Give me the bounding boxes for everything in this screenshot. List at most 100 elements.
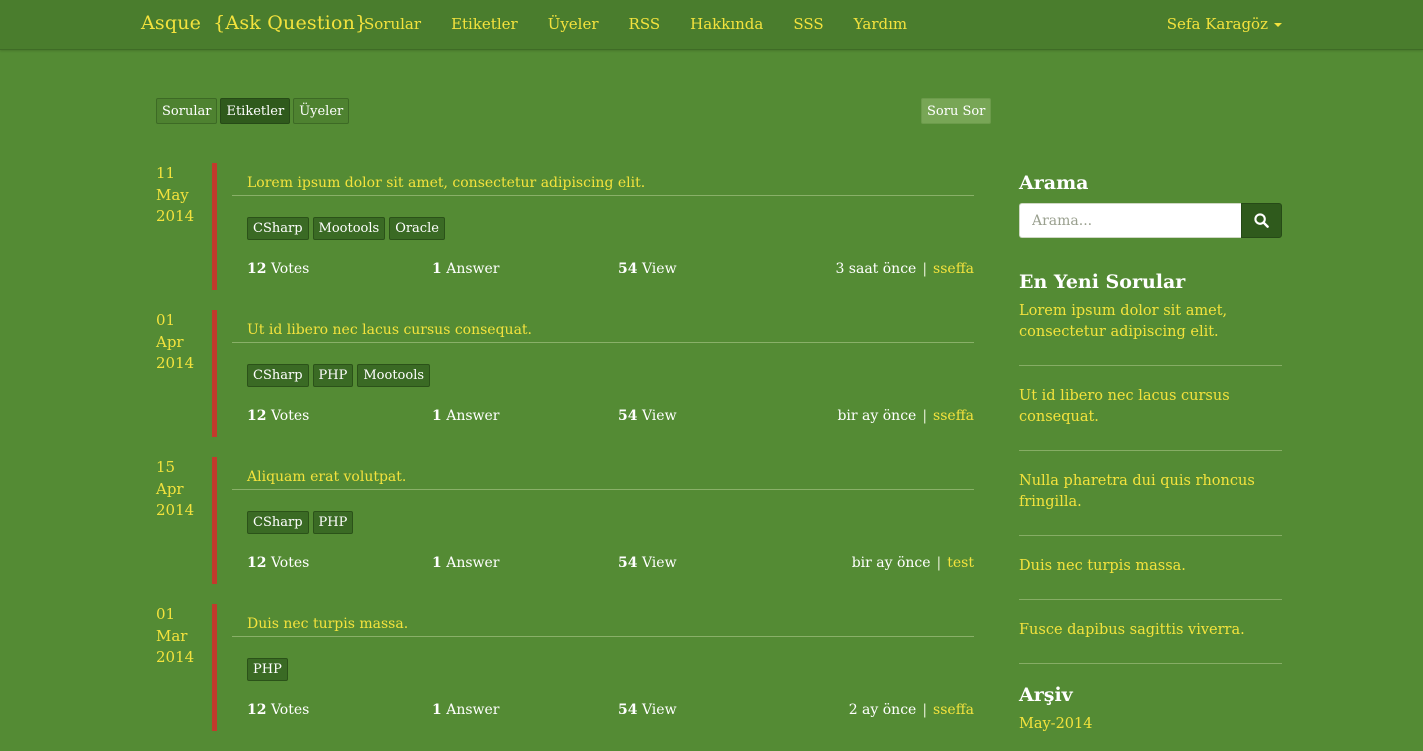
date-month: Apr [156,479,184,498]
question-item: 01 Apr 2014 Ut id libero nec lacus cursu… [156,310,976,437]
nav-link-sorular[interactable]: Sorular [364,15,421,33]
question-title-link[interactable]: Lorem ipsum dolor sit amet, consectetur … [247,175,645,191]
tab-etiketler[interactable]: Etiketler [220,98,291,124]
nav-link-rss[interactable]: RSS [629,15,661,33]
time-ago: bir ay önce [837,408,917,424]
date-day: 15 [156,458,176,476]
recent-questions-list: Lorem ipsum dolor sit amet, consectetur … [1019,301,1282,664]
author-link[interactable]: sseffa [933,702,974,718]
question-item: 11 May 2014 Lorem ipsum dolor sit amet, … [156,163,976,290]
divider [232,342,974,343]
tag[interactable]: PHP [247,658,288,681]
nav-links: Sorular Etiketler Üyeler RSS Hakkında SS… [364,15,937,33]
views-count: 54 View [618,408,677,424]
author-link[interactable]: sseffa [933,261,974,277]
answers-count: 1 Answer [432,555,500,571]
date-month: Apr [156,332,184,351]
chevron-down-icon [1274,23,1282,27]
votes-count: 12 Votes [247,261,310,277]
votes-count: 12 Votes [247,555,310,571]
question-date: 01 Mar 2014 [156,604,206,669]
answers-count: 1 Answer [432,408,500,424]
time-ago: 2 ay önce [848,702,917,718]
ask-question-button[interactable]: Soru Sor [921,98,992,124]
recent-question-link[interactable]: Fusce dapibus sagittis viverra. [1019,620,1282,664]
tag[interactable]: CSharp [247,364,309,387]
question-stats: 12 Votes 1 Answer 54 View 2 ay önce | ssef… [247,702,974,720]
view-tabs: Sorular Etiketler Üyeler [156,98,350,124]
question-meta: 3 saat önce | sseffa [835,261,974,277]
date-month: May [156,185,189,204]
tag[interactable]: Oracle [389,217,445,240]
question-date: 11 May 2014 [156,163,206,228]
answers-count: 1 Answer [432,702,500,718]
votes-count: 12 Votes [247,408,310,424]
tag-list: CSharp PHP [247,511,354,534]
nav-link-yardim[interactable]: Yardım [854,15,907,33]
question-title-link[interactable]: Aliquam erat volutpat. [247,469,406,485]
brand-link[interactable]: Asque {Ask Question} [141,12,367,34]
question-accent-bar [212,604,217,731]
search-icon [1254,213,1269,228]
views-count: 54 View [618,261,677,277]
question-item: 15 Apr 2014 Aliquam erat volutpat. CShar… [156,457,976,584]
tag-list: PHP [247,658,288,681]
question-date: 01 Apr 2014 [156,310,206,375]
tag[interactable]: PHP [312,364,354,387]
question-stats: 12 Votes 1 Answer 54 View bir ay önce | ss… [247,408,974,426]
tag[interactable]: CSharp [247,511,309,534]
tab-sorular[interactable]: Sorular [156,98,218,124]
sidebar: Arama En Yeni Sorular Lorem ipsum dolor … [1019,172,1282,732]
tag[interactable]: Mootools [312,217,386,240]
question-item: 01 Mar 2014 Duis nec turpis massa. PHP 1… [156,604,976,731]
question-title-link[interactable]: Ut id libero nec lacus cursus consequat. [247,322,532,338]
question-title-link[interactable]: Duis nec turpis massa. [247,616,408,632]
time-ago: 3 saat önce [835,261,917,277]
user-name[interactable]: Sefa Karagöz [1167,15,1268,33]
tag[interactable]: CSharp [247,217,309,240]
search-form [1019,203,1282,238]
question-list: 11 May 2014 Lorem ipsum dolor sit amet, … [156,163,976,751]
tag-list: CSharp PHP Mootools [247,364,431,387]
author-link[interactable]: test [947,555,974,571]
nav-link-hakkinda[interactable]: Hakkında [690,15,763,33]
views-count: 54 View [618,702,677,718]
date-day: 01 [156,605,176,623]
question-accent-bar [212,457,217,584]
tab-uyeler[interactable]: Üyeler [293,98,350,124]
user-menu[interactable]: Sefa Karagöz [1167,15,1282,33]
brand-name[interactable]: Asque [141,12,201,34]
tag[interactable]: Mootools [357,364,431,387]
recent-question-link[interactable]: Duis nec turpis massa. [1019,556,1282,600]
date-month: Mar [156,626,188,645]
answers-count: 1 Answer [432,261,500,277]
nav-link-etiketler[interactable]: Etiketler [451,15,518,33]
question-stats: 12 Votes 1 Answer 54 View bir ay önce | te… [247,555,974,573]
date-year: 2014 [156,648,195,666]
tag[interactable]: PHP [312,511,354,534]
nav-link-sss[interactable]: SSS [793,15,823,33]
recent-question-link[interactable]: Nulla pharetra dui quis rhoncus fringill… [1019,471,1282,536]
views-count: 54 View [618,555,677,571]
date-day: 01 [156,311,176,329]
search-button[interactable] [1241,203,1282,238]
recent-question-link[interactable]: Lorem ipsum dolor sit amet, consectetur … [1019,301,1282,366]
question-meta: bir ay önce | test [851,555,974,571]
date-day: 11 [156,164,176,182]
nav-link-uyeler[interactable]: Üyeler [548,15,599,33]
archive-heading: Arşiv [1019,684,1073,706]
time-ago: bir ay önce [851,555,931,571]
navbar: Asque {Ask Question} Sorular Etiketler Üy… [0,0,1423,50]
question-accent-bar [212,163,217,290]
recent-question-link[interactable]: Ut id libero nec lacus cursus consequat. [1019,386,1282,451]
question-meta: bir ay önce | sseffa [837,408,974,424]
divider [232,636,974,637]
author-link[interactable]: sseffa [933,408,974,424]
brand-tagline[interactable]: {Ask Question} [213,12,367,34]
date-year: 2014 [156,501,195,519]
tag-list: CSharp Mootools Oracle [247,217,445,240]
search-input[interactable] [1019,203,1241,238]
archive-link[interactable]: May-2014 [1019,716,1282,732]
recent-heading: En Yeni Sorular [1019,271,1186,293]
date-year: 2014 [156,207,195,225]
